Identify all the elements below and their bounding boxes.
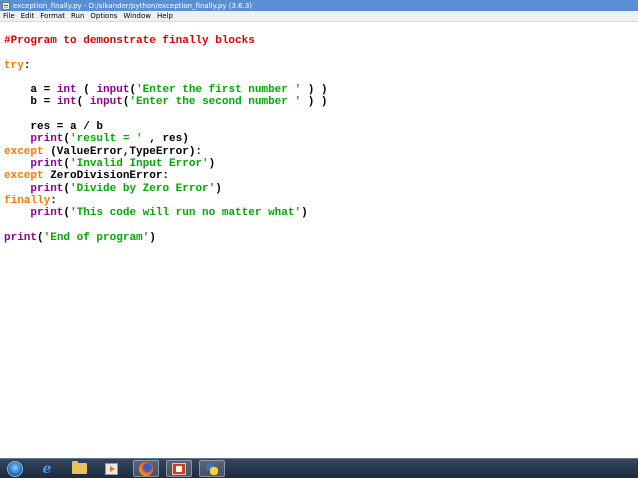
code-token: (: [76, 84, 97, 97]
taskbar: e: [0, 458, 638, 478]
code-token-bi: int: [56, 84, 77, 97]
code-token: :: [23, 59, 31, 72]
file-explorer-icon: [71, 461, 87, 474]
code-line: print('This code will run no matter what…: [4, 207, 328, 219]
menu-help[interactable]: Help: [154, 12, 176, 20]
code-token: b =: [4, 96, 57, 109]
code-token: (: [37, 231, 44, 244]
python-file-icon: [2, 1, 10, 10]
code-token-kw: except: [4, 145, 44, 158]
menu-options[interactable]: Options: [87, 12, 120, 20]
start-button[interactable]: [3, 460, 27, 477]
code-line: try:: [4, 60, 328, 72]
code-editor[interactable]: #Program to demonstrate finally blocks t…: [0, 22, 638, 458]
code-token-str: 'Enter the first number ': [136, 84, 302, 97]
menu-run[interactable]: Run: [68, 12, 87, 20]
code-token: ): [149, 231, 156, 244]
media-player-icon: [104, 462, 118, 475]
code-line: print('End of program'): [4, 232, 328, 244]
code-token: , res): [142, 133, 189, 146]
code-line: finally:: [4, 195, 328, 207]
powerpoint-icon: [172, 462, 186, 475]
menu-edit[interactable]: Edit: [18, 12, 38, 20]
title-bar[interactable]: exception_finally.py - D:/sikander/pytho…: [0, 0, 638, 11]
code-text[interactable]: #Program to demonstrate finally blocks t…: [4, 35, 328, 244]
code-token-bi: print: [30, 182, 64, 195]
taskbar-internet-explorer[interactable]: e: [34, 460, 60, 477]
code-token-str: 'result = ': [70, 133, 143, 146]
code-token-str: 'Enter the second number ': [129, 96, 302, 109]
code-token-bi: print: [30, 157, 64, 170]
taskbar-media-player[interactable]: [98, 460, 124, 477]
taskbar-file-explorer[interactable]: [66, 460, 92, 477]
code-token-bi: print: [4, 231, 38, 244]
taskbar-firefox[interactable]: [133, 460, 159, 477]
code-line: res = a / b: [4, 121, 328, 133]
code-token-bi: print: [30, 207, 64, 220]
code-token: ): [301, 207, 308, 220]
code-token-bi: input: [96, 84, 130, 97]
code-token: ) ): [301, 84, 328, 97]
start-orb-icon: [7, 460, 23, 477]
code-token-str: 'This code will run no matter what': [70, 207, 302, 220]
code-token: :: [50, 194, 57, 207]
code-token-str: 'End of program': [43, 231, 150, 244]
taskbar-python-idle[interactable]: [199, 460, 225, 477]
code-token-bi: input: [89, 96, 123, 109]
code-token: ZeroDivisionError:: [43, 170, 170, 183]
window-title: exception_finally.py - D:/sikander/pytho…: [13, 1, 253, 10]
python-idle-icon: [205, 462, 219, 476]
code-token: ): [208, 157, 216, 170]
code-line: except (ValueError,TypeError):: [4, 146, 328, 158]
code-line: print('result = ' , res): [4, 133, 328, 145]
code-token-kw: try: [4, 59, 24, 72]
code-token: ): [215, 182, 222, 195]
code-token: (ValueError,TypeError):: [43, 145, 203, 158]
menu-bar: File Edit Format Run Options Window Help: [0, 11, 638, 22]
code-line: except ZeroDivisionError:: [4, 170, 328, 182]
code-token-cm: #Program to demonstrate finally blocks: [4, 35, 255, 47]
code-token-bi: int: [56, 96, 77, 109]
code-line: print('Invalid Input Error'): [4, 158, 328, 170]
code-token-str: 'Divide by Zero Error': [70, 182, 216, 195]
internet-explorer-icon: e: [42, 460, 52, 477]
code-token-bi: print: [30, 133, 64, 146]
code-token: (: [76, 96, 90, 109]
code-line: print('Divide by Zero Error'): [4, 183, 328, 195]
taskbar-powerpoint[interactable]: [166, 460, 192, 477]
menu-file[interactable]: File: [0, 12, 18, 20]
code-token: ) ): [301, 96, 328, 109]
firefox-icon: [139, 461, 153, 476]
code-line: a = int ( input('Enter the first number …: [4, 84, 328, 97]
code-line: b = int( input('Enter the second number …: [4, 96, 328, 109]
code-token-str: 'Invalid Input Error': [70, 157, 209, 170]
code-token: a =: [4, 84, 57, 97]
menu-window[interactable]: Window: [120, 12, 154, 20]
code-line: #Program to demonstrate finally blocks: [4, 35, 328, 47]
code-token: res = a / b: [4, 121, 104, 134]
code-token-kw: finally: [4, 194, 51, 207]
menu-format[interactable]: Format: [37, 12, 68, 20]
code-token-kw: except: [4, 170, 44, 183]
